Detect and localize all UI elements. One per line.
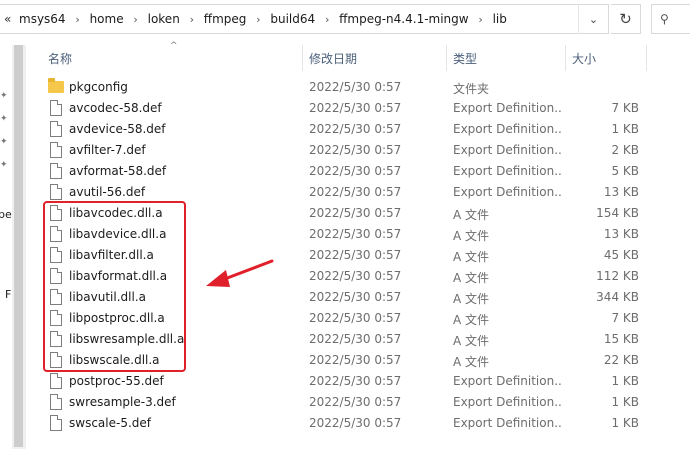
annotation-arrow-icon [206,259,274,287]
